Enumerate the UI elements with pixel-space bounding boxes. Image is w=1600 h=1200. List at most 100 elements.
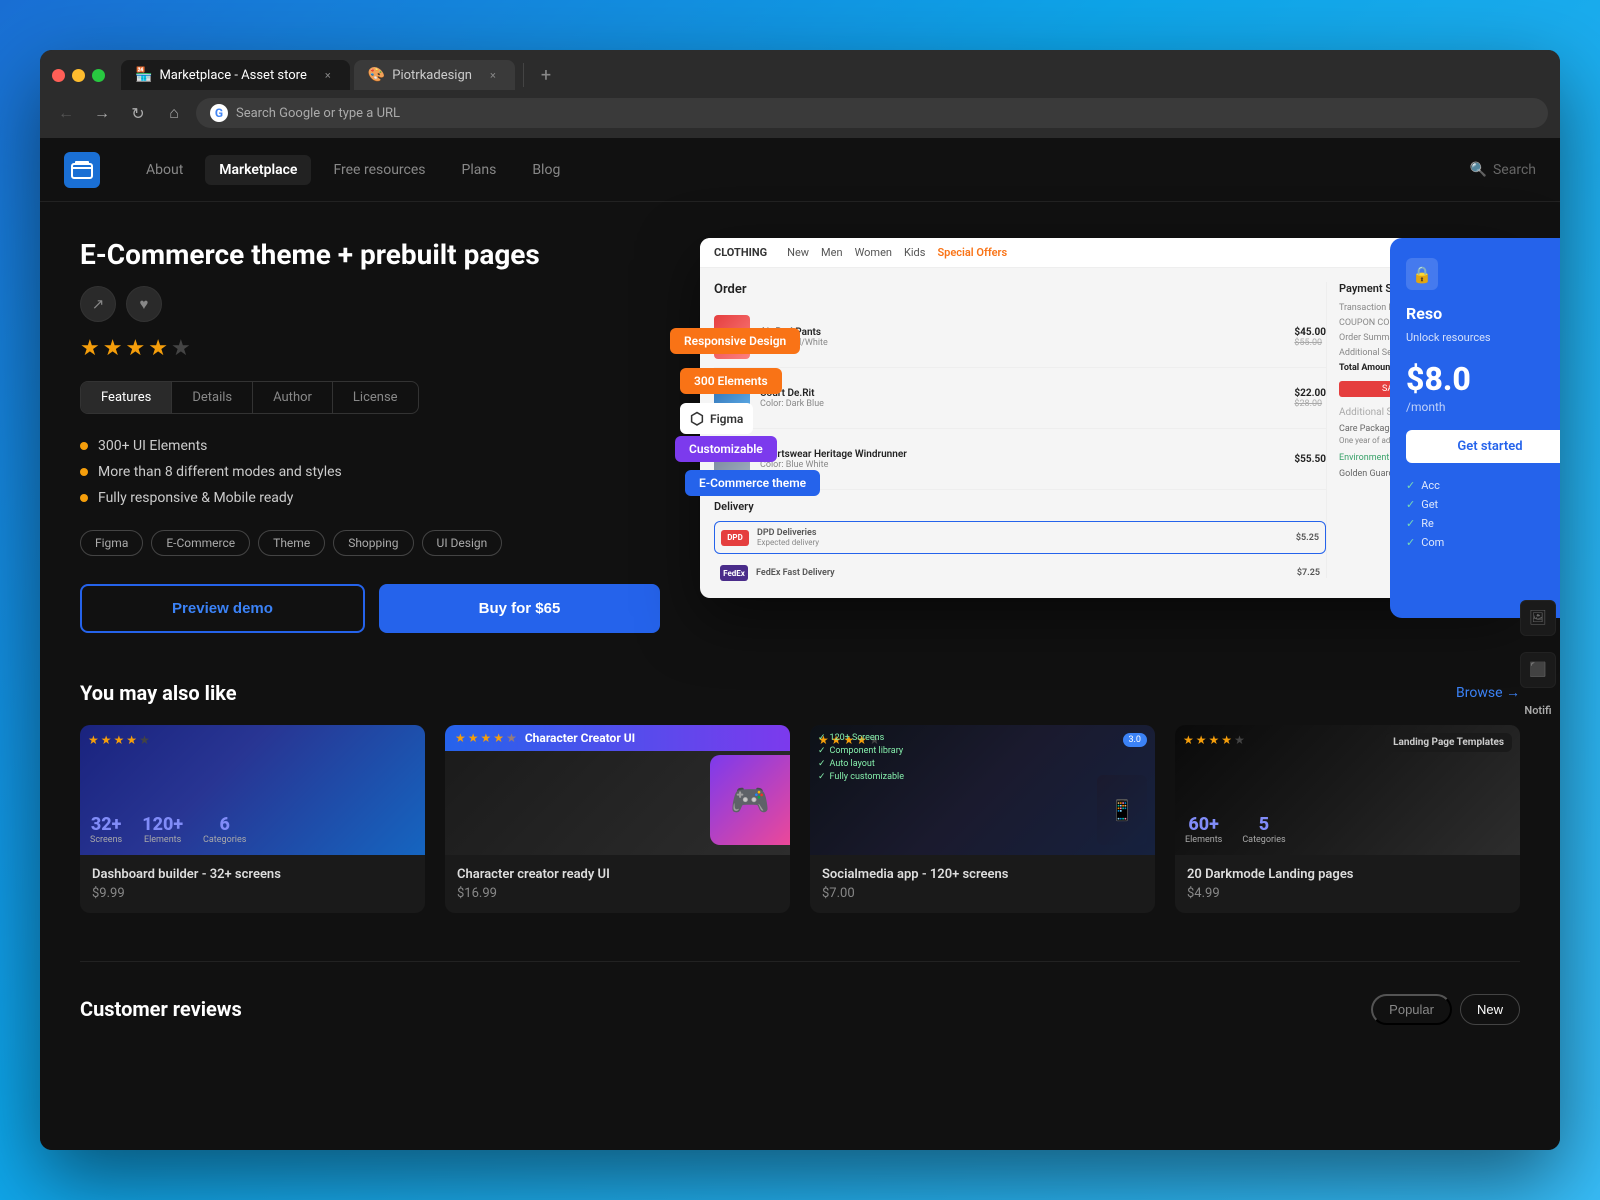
card-name-socialmedia: Socialmedia app - 120+ screens <box>822 867 1143 882</box>
card-stat-elements: 120+ Elements <box>142 814 183 845</box>
tab-close-marketplace[interactable]: × <box>320 67 336 83</box>
feature-text-3: Fully responsive & Mobile ready <box>98 490 293 506</box>
star-5: ★ <box>171 336 191 361</box>
favorite-button[interactable]: ♥ <box>126 286 162 322</box>
card-price-socialmedia: $7.00 <box>822 886 1143 901</box>
browse-link[interactable]: Browse → <box>1456 684 1520 701</box>
notif-icon-2[interactable]: ⬛ <box>1520 652 1556 688</box>
card-dashboard[interactable]: ★ ★ ★ ★ ★ 32+ Screens <box>80 725 425 913</box>
star-3: ★ <box>125 336 145 361</box>
tag-figma[interactable]: Figma <box>80 530 143 556</box>
back-button[interactable]: ← <box>52 99 80 127</box>
preview-item-price-3: $55.50 <box>1294 454 1326 465</box>
tag-theme[interactable]: Theme <box>258 530 325 556</box>
preview-order: Order Air Red Pants Color: Red/White $45… <box>714 282 1326 578</box>
tab-piotrka[interactable]: 🎨 Piotrkadesign × <box>354 60 515 90</box>
product-preview: CLOTHING New Men Women Kids Special Offe… <box>700 238 1520 633</box>
notif-label: Notifi <box>1520 704 1556 717</box>
promo-cta-button[interactable]: Get started <box>1406 430 1560 463</box>
card-landing[interactable]: ★ ★ ★ ★ ★ Landing Page Templates 60+ El <box>1175 725 1520 913</box>
reload-button[interactable]: ↻ <box>124 99 152 127</box>
preview-nav-kids: Kids <box>904 246 925 259</box>
preview-item-name-3: Sportswear Heritage Windrunner <box>760 449 1284 460</box>
feature-bullet-3 <box>80 494 88 502</box>
preview-demo-button[interactable]: Preview demo <box>80 584 365 633</box>
tag-shopping[interactable]: Shopping <box>333 530 413 556</box>
check-icon-3: ✓ <box>1406 517 1415 530</box>
nav-link-plans[interactable]: Plans <box>448 155 511 185</box>
fedex-price: $7.25 <box>1297 568 1320 578</box>
feature-item-2: More than 8 different modes and styles <box>80 464 660 480</box>
tab-details[interactable]: Details <box>171 382 252 413</box>
tab-license[interactable]: License <box>332 382 418 413</box>
browser-chrome: 🏪 Marketplace - Asset store × 🎨 Piotrkad… <box>40 50 1560 138</box>
main-content: E-Commerce theme + prebuilt pages ↗ ♥ ★ … <box>40 202 1560 1150</box>
card-thumb-socialmedia: ★ ★ ★ ★ ★ 3.0 ✓ 120+ Screens ✓ Component… <box>810 725 1155 855</box>
browser-window: 🏪 Marketplace - Asset store × 🎨 Piotrkad… <box>40 50 1560 1150</box>
nav-link-about[interactable]: About <box>132 155 197 185</box>
logo[interactable] <box>64 152 100 188</box>
card-body-dashboard: Dashboard builder - 32+ screens $9.99 <box>80 855 425 913</box>
address-bar[interactable]: G Search Google or type a URL <box>196 98 1548 128</box>
promo-feature-2: ✓ Get <box>1406 498 1560 511</box>
tab-features[interactable]: Features <box>81 382 171 413</box>
nav-bar: About Marketplace Free resources Plans B… <box>40 138 1560 202</box>
preview-nav-men: Men <box>821 246 843 259</box>
nav-link-blog[interactable]: Blog <box>518 155 574 185</box>
product-section: E-Commerce theme + prebuilt pages ↗ ♥ ★ … <box>80 238 1520 633</box>
home-button[interactable]: ⌂ <box>160 99 188 127</box>
delivery-fedex-details: FedEx Fast Delivery <box>756 568 835 578</box>
card-character[interactable]: ★ ★ ★ ★ ★ Character Creator UI 🎮 <box>445 725 790 913</box>
preview-item-name-1: Air Red Pants <box>760 327 1284 338</box>
product-tabs: Features Details Author License <box>80 381 419 414</box>
card-body-character: Character creator ready UI $16.99 <box>445 855 790 913</box>
preview-item-price-1: $45.00 $55.00 <box>1294 327 1326 348</box>
preview-item-3: Sportswear Heritage Windrunner Color: Bl… <box>714 429 1326 490</box>
star-2: ★ <box>103 336 123 361</box>
tab-label-marketplace: Marketplace - Asset store <box>159 68 306 83</box>
card-body-landing: 20 Darkmode Landing pages $4.99 <box>1175 855 1520 913</box>
card-thumb-character: ★ ★ ★ ★ ★ Character Creator UI 🎮 <box>445 725 790 855</box>
tag-uidesign[interactable]: UI Design <box>422 530 503 556</box>
card-price-landing: $4.99 <box>1187 886 1508 901</box>
minimize-dot[interactable] <box>72 69 85 82</box>
feature-bullet-2 <box>80 468 88 476</box>
char-creator-title: Character Creator UI <box>525 731 635 745</box>
delivery-fedex: FedEx FedEx Fast Delivery $7.25 <box>714 559 1326 587</box>
search-label: Search <box>1493 162 1536 178</box>
feature-text-1: 300+ UI Elements <box>98 438 207 454</box>
promo-feature-1: ✓ Acc <box>1406 479 1560 492</box>
nav-link-marketplace[interactable]: Marketplace <box>205 155 311 185</box>
tab-marketplace[interactable]: 🏪 Marketplace - Asset store × <box>121 60 350 90</box>
feature-bullet-1 <box>80 442 88 450</box>
buy-button[interactable]: Buy for $65 <box>379 584 660 633</box>
address-bar-row: ← → ↻ ⌂ G Search Google or type a URL <box>40 90 1560 138</box>
preview-nav-links: New Men Women Kids Special Offers <box>787 246 1007 259</box>
card3-features: ✓ 120+ Screens ✓ Component library ✓ Aut… <box>818 733 904 785</box>
card-stat-screens: 32+ Screens <box>90 814 122 845</box>
card-stats-dashboard: 32+ Screens 120+ Elements 6 Categories <box>90 814 246 845</box>
sort-popular-button[interactable]: Popular <box>1371 994 1452 1025</box>
tab-close-piotrka[interactable]: × <box>485 67 501 83</box>
notif-panel: 🖼 ⬛ Notifi <box>1520 600 1556 717</box>
tab-label-piotrka: Piotrkadesign <box>392 68 472 83</box>
card-thumb-dashboard: ★ ★ ★ ★ ★ 32+ Screens <box>80 725 425 855</box>
preview-item-details-2: Court De.Rit Color: Dark Blue <box>760 388 1284 409</box>
nav-search[interactable]: 🔍 Search <box>1470 162 1536 178</box>
char-creator-header: ★ ★ ★ ★ ★ Character Creator UI <box>445 725 790 751</box>
promo-panel: 🔒 Reso Unlock resources $8.0 /month Get … <box>1390 238 1560 618</box>
forward-button[interactable]: → <box>88 99 116 127</box>
feature-text-2: More than 8 different modes and styles <box>98 464 342 480</box>
tab-author[interactable]: Author <box>252 382 332 413</box>
dpd-logo: DPD <box>721 530 749 546</box>
tag-ecommerce[interactable]: E-Commerce <box>151 530 250 556</box>
nav-link-free-resources[interactable]: Free resources <box>319 155 439 185</box>
maximize-dot[interactable] <box>92 69 105 82</box>
close-dot[interactable] <box>52 69 65 82</box>
card-socialmedia[interactable]: ★ ★ ★ ★ ★ 3.0 ✓ 120+ Screens ✓ Component… <box>810 725 1155 913</box>
card-rating-dashboard: ★ ★ ★ ★ ★ <box>88 733 150 747</box>
notif-icon-1[interactable]: 🖼 <box>1520 600 1556 636</box>
sort-new-button[interactable]: New <box>1460 994 1520 1025</box>
new-tab-button[interactable]: + <box>532 61 560 89</box>
share-button[interactable]: ↗ <box>80 286 116 322</box>
